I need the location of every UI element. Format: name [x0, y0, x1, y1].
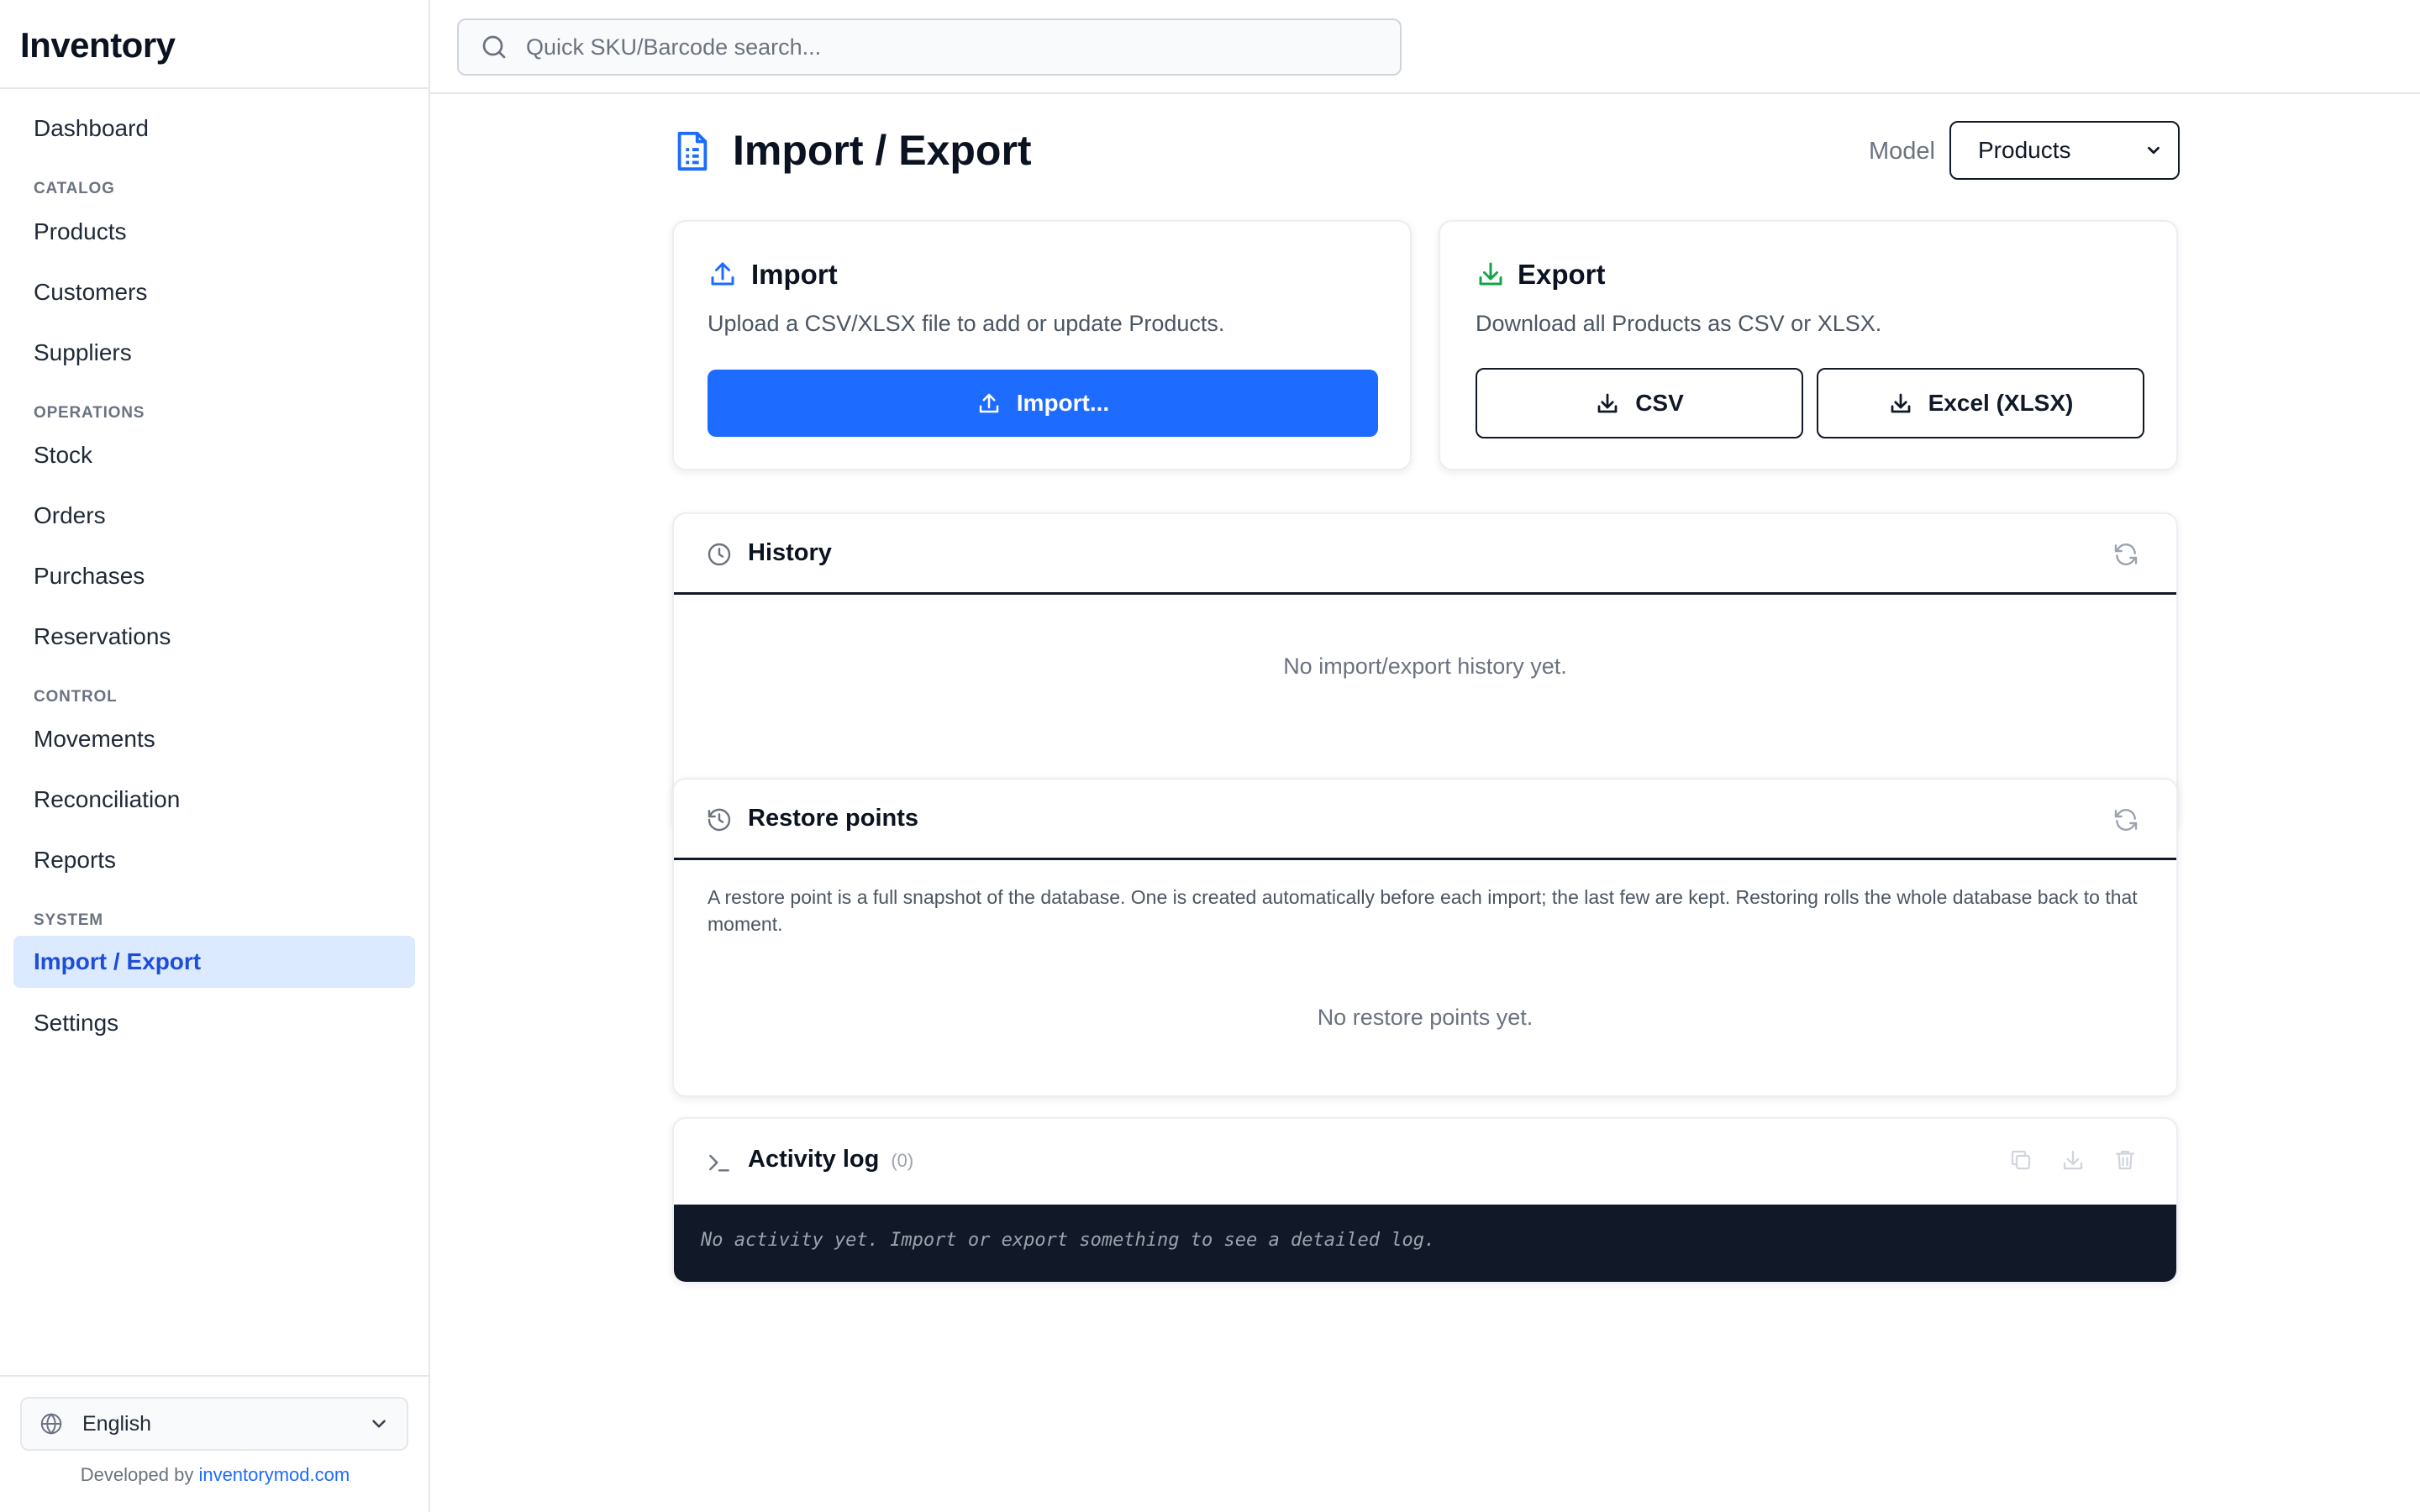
model-select-value: Products — [1978, 137, 2071, 163]
brand-logo: Inventory — [20, 25, 176, 65]
language-select[interactable]: English — [20, 1397, 408, 1451]
activity-log-panel: Activity log (0) No activity yet. Import … — [672, 1117, 2178, 1282]
sidebar-item-movements[interactable]: Movements — [13, 713, 415, 765]
upload-icon — [711, 262, 734, 286]
sidebar-item-import-export[interactable]: Import / Export — [13, 936, 415, 988]
export-csv-label: CSV — [1635, 390, 1684, 416]
activity-log-count: (0) — [891, 1150, 914, 1171]
search-box[interactable] — [457, 18, 1402, 76]
import-card: Import Upload a CSV/XLSX file to add or … — [672, 220, 1412, 470]
trash-icon[interactable] — [2112, 1147, 2138, 1173]
copy-icon[interactable] — [2008, 1147, 2033, 1173]
model-select[interactable]: Products — [1949, 121, 2180, 180]
sidebar-item-products[interactable]: Products — [13, 206, 415, 258]
sidebar-section-system: SYSTEM — [34, 911, 103, 929]
sidebar-item-customers[interactable]: Customers — [13, 266, 415, 318]
upload-icon — [979, 393, 999, 413]
language-label: English — [82, 1411, 151, 1436]
developer-link[interactable]: inventorymod.com — [198, 1464, 350, 1485]
export-csv-button[interactable]: CSV — [1476, 368, 1803, 438]
activity-log-title-text: Activity log — [748, 1146, 880, 1173]
import-title: Import — [751, 259, 838, 290]
app-root: Inventory Dashboard CATALOG Products Cus… — [0, 0, 2420, 1512]
import-button[interactable]: Import... — [708, 370, 1378, 437]
sidebar: Inventory Dashboard CATALOG Products Cus… — [0, 0, 430, 1512]
search-icon — [482, 35, 506, 59]
sidebar-item-settings[interactable]: Settings — [13, 997, 415, 1049]
divider — [0, 87, 429, 89]
download-icon — [1479, 262, 1502, 286]
sidebar-item-purchases[interactable]: Purchases — [13, 550, 415, 602]
search-input[interactable] — [526, 34, 1282, 60]
import-description: Upload a CSV/XLSX file to add or update … — [708, 311, 1225, 336]
history-title: History — [748, 539, 832, 566]
restore-points-note: A restore point is a full snapshot of th… — [708, 886, 2138, 935]
chevron-down-icon — [372, 1420, 386, 1428]
sidebar-item-reports[interactable]: Reports — [13, 834, 415, 886]
export-xlsx-button[interactable]: Excel (XLSX) — [1817, 368, 2144, 438]
chevron-down-icon — [2148, 146, 2160, 155]
download-icon[interactable] — [2060, 1147, 2086, 1173]
export-xlsx-label: Excel (XLSX) — [1928, 390, 2074, 416]
sidebar-item-stock[interactable]: Stock — [13, 429, 415, 481]
restore-points-panel: Restore points A restore point is a full… — [672, 778, 2178, 1097]
clock-icon — [708, 543, 731, 566]
restore-points-title: Restore points — [748, 805, 919, 832]
sidebar-item-reconciliation[interactable]: Reconciliation — [13, 774, 415, 826]
sidebar-section-operations: OPERATIONS — [34, 404, 145, 422]
sidebar-section-control: CONTROL — [34, 688, 118, 706]
sidebar-item-suppliers[interactable]: Suppliers — [13, 327, 415, 379]
export-title: Export — [1518, 259, 1606, 290]
refresh-icon[interactable] — [2112, 541, 2139, 568]
export-card: Export Download all Products as CSV or X… — [1439, 220, 2178, 470]
developer-credit-prefix: Developed by — [80, 1464, 194, 1485]
document-icon — [677, 131, 708, 171]
activity-log-console: No activity yet. Import or export someth… — [674, 1205, 2176, 1282]
sidebar-item-dashboard[interactable]: Dashboard — [13, 102, 415, 155]
download-icon — [1597, 393, 1618, 413]
restore-points-empty-message: No restore points yet. — [1317, 1005, 1534, 1030]
activity-log-title: Activity log (0) — [748, 1146, 913, 1173]
restore-points-header: Restore points — [674, 780, 2176, 860]
export-description: Download all Products as CSV or XLSX. — [1476, 311, 1882, 336]
globe-icon — [40, 1413, 62, 1435]
refresh-icon[interactable] — [2112, 806, 2139, 833]
import-button-label: Import... — [1016, 390, 1110, 416]
terminal-icon — [709, 1154, 729, 1172]
page-title: Import / Export — [733, 127, 1032, 174]
sidebar-item-reservations[interactable]: Reservations — [13, 611, 415, 663]
download-icon — [1891, 393, 1910, 413]
history-empty-message: No import/export history yet. — [1283, 654, 1567, 679]
developer-credit: Developed by inventorymod.com — [0, 1464, 430, 1486]
main-content: Import / Export Model Products Import Up… — [430, 94, 2420, 1512]
history-icon — [708, 808, 731, 832]
sidebar-section-catalog: CATALOG — [34, 180, 115, 197]
topbar — [430, 0, 2420, 94]
history-header: History — [674, 514, 2176, 595]
sidebar-item-orders[interactable]: Orders — [13, 490, 415, 542]
divider — [0, 1375, 429, 1377]
model-label: Model — [1869, 138, 1935, 165]
